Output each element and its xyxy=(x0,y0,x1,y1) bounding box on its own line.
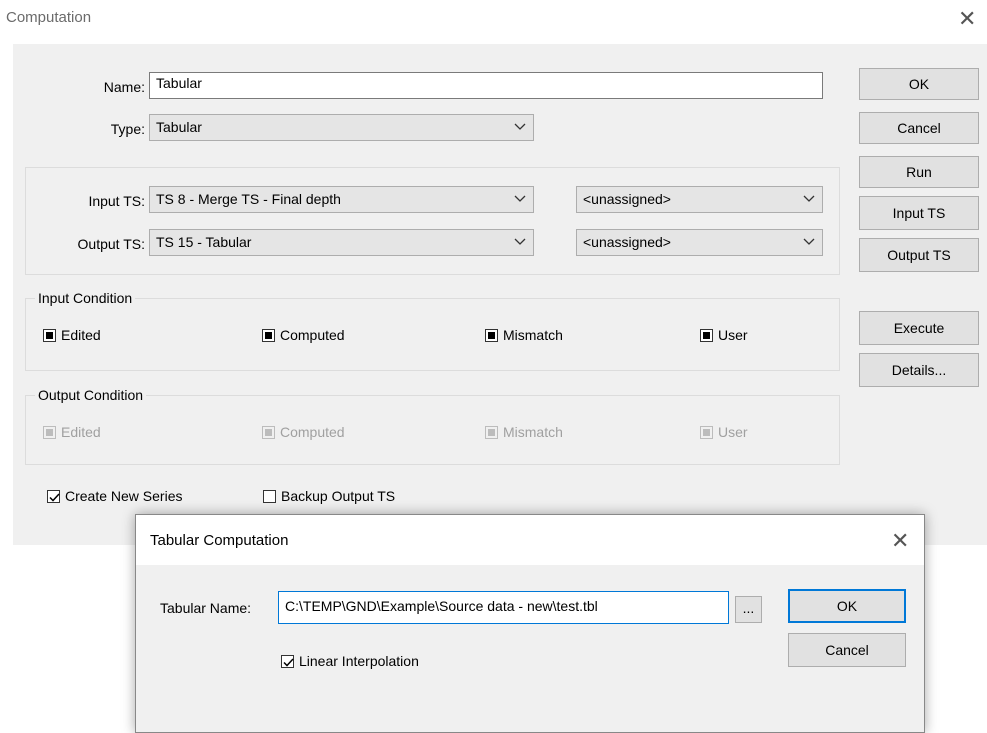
execute-button-label: Execute xyxy=(893,320,945,336)
checkbox-checked-icon xyxy=(281,654,294,668)
checkbox-indeterminate-icon xyxy=(485,328,498,342)
tabular-name-label: Tabular Name: xyxy=(160,600,252,616)
backup-output-ts-label: Backup Output TS xyxy=(281,488,396,504)
run-button[interactable]: Run xyxy=(859,156,979,188)
checkbox-disabled-icon xyxy=(262,425,275,439)
chevron-down-icon xyxy=(514,238,526,245)
checkbox-disabled-icon xyxy=(43,425,56,439)
input-condition-edited[interactable]: Edited xyxy=(43,327,101,343)
type-select-value: Tabular xyxy=(156,119,202,135)
input-ts-extra-select[interactable]: <unassigned> xyxy=(576,186,823,213)
tabular-name-input[interactable]: C:\TEMP\GND\Example\Source data - new\te… xyxy=(278,591,729,624)
input-condition-computed[interactable]: Computed xyxy=(262,327,345,343)
ok-button-label: OK xyxy=(908,76,930,92)
ts-group xyxy=(25,167,840,275)
backup-output-ts-checkbox[interactable]: Backup Output TS xyxy=(263,488,395,504)
type-select[interactable]: Tabular xyxy=(149,114,534,141)
output-condition-computed: Computed xyxy=(262,424,345,440)
checkbox-disabled-icon xyxy=(700,425,713,439)
create-new-series-checkbox[interactable]: Create New Series xyxy=(47,488,183,504)
close-icon[interactable]: ✕ xyxy=(958,8,976,30)
input-ts-select-value: TS 8 - Merge TS - Final depth xyxy=(156,191,341,207)
checkbox-disabled-icon xyxy=(485,425,498,439)
details-button-label: Details... xyxy=(891,362,947,378)
input-condition-title: Input Condition xyxy=(35,290,136,306)
input-condition-user[interactable]: User xyxy=(700,327,748,343)
details-button[interactable]: Details... xyxy=(859,353,979,387)
ok-button[interactable]: OK xyxy=(859,68,979,100)
tabular-cancel-button[interactable]: Cancel xyxy=(788,633,906,667)
tabular-dialog-titlebar: Tabular Computation ✕ xyxy=(136,515,924,565)
checkbox-indeterminate-icon xyxy=(43,328,56,342)
name-input[interactable]: Tabular xyxy=(149,72,823,99)
user-label: User xyxy=(718,327,748,343)
linear-interpolation-checkbox[interactable]: Linear Interpolation xyxy=(281,653,419,669)
output-ts-label: Output TS: xyxy=(77,236,145,252)
output-ts-select[interactable]: TS 15 - Tabular xyxy=(149,229,534,256)
tabular-ok-label: OK xyxy=(836,598,858,614)
output-condition-mismatch: Mismatch xyxy=(485,424,563,440)
cancel-button[interactable]: Cancel xyxy=(859,112,979,144)
tabular-ok-button[interactable]: OK xyxy=(788,589,906,623)
input-ts-button-label: Input TS xyxy=(892,205,946,221)
chevron-down-icon xyxy=(803,238,815,245)
checkbox-checked-icon xyxy=(47,489,60,503)
input-ts-label: Input TS: xyxy=(88,193,145,209)
checkbox-unchecked-icon xyxy=(263,489,276,503)
computed-label: Computed xyxy=(280,424,345,440)
user-label: User xyxy=(718,424,748,440)
edited-label: Edited xyxy=(61,424,101,440)
browse-button[interactable]: ... xyxy=(735,596,762,623)
checkbox-indeterminate-icon xyxy=(700,328,713,342)
output-ts-button-label: Output TS xyxy=(887,247,951,263)
browse-button-label: ... xyxy=(742,600,755,616)
tabular-cancel-label: Cancel xyxy=(825,642,869,658)
input-ts-extra-value: <unassigned> xyxy=(583,191,671,207)
tabular-dialog-title: Tabular Computation xyxy=(150,532,289,549)
output-condition-user: User xyxy=(700,424,748,440)
output-ts-extra-select[interactable]: <unassigned> xyxy=(576,229,823,256)
chevron-down-icon xyxy=(514,123,526,130)
mismatch-label: Mismatch xyxy=(503,327,563,343)
linear-interpolation-label: Linear Interpolation xyxy=(299,653,419,669)
output-ts-extra-value: <unassigned> xyxy=(583,234,671,250)
mismatch-label: Mismatch xyxy=(503,424,563,440)
output-condition-edited: Edited xyxy=(43,424,101,440)
chevron-down-icon xyxy=(514,195,526,202)
input-ts-button[interactable]: Input TS xyxy=(859,196,979,230)
run-button-label: Run xyxy=(906,164,932,180)
input-condition-mismatch[interactable]: Mismatch xyxy=(485,327,563,343)
output-condition-title: Output Condition xyxy=(35,387,147,403)
name-label: Name: xyxy=(103,79,145,95)
execute-button[interactable]: Execute xyxy=(859,311,979,345)
computation-window: Computation ✕ Name: Tabular Type: Tabula… xyxy=(0,0,987,545)
input-ts-select[interactable]: TS 8 - Merge TS - Final depth xyxy=(149,186,534,213)
close-icon[interactable]: ✕ xyxy=(891,530,909,552)
tabular-computation-dialog: Tabular Computation ✕ Tabular Name: C:\T… xyxy=(135,514,925,733)
output-ts-button[interactable]: Output TS xyxy=(859,238,979,272)
type-label: Type: xyxy=(110,121,145,137)
chevron-down-icon xyxy=(803,195,815,202)
output-ts-select-value: TS 15 - Tabular xyxy=(156,234,252,250)
create-new-series-label: Create New Series xyxy=(65,488,183,504)
checkbox-indeterminate-icon xyxy=(262,328,275,342)
edited-label: Edited xyxy=(61,327,101,343)
computed-label: Computed xyxy=(280,327,345,343)
window-title: Computation xyxy=(6,9,92,26)
cancel-button-label: Cancel xyxy=(897,120,941,136)
